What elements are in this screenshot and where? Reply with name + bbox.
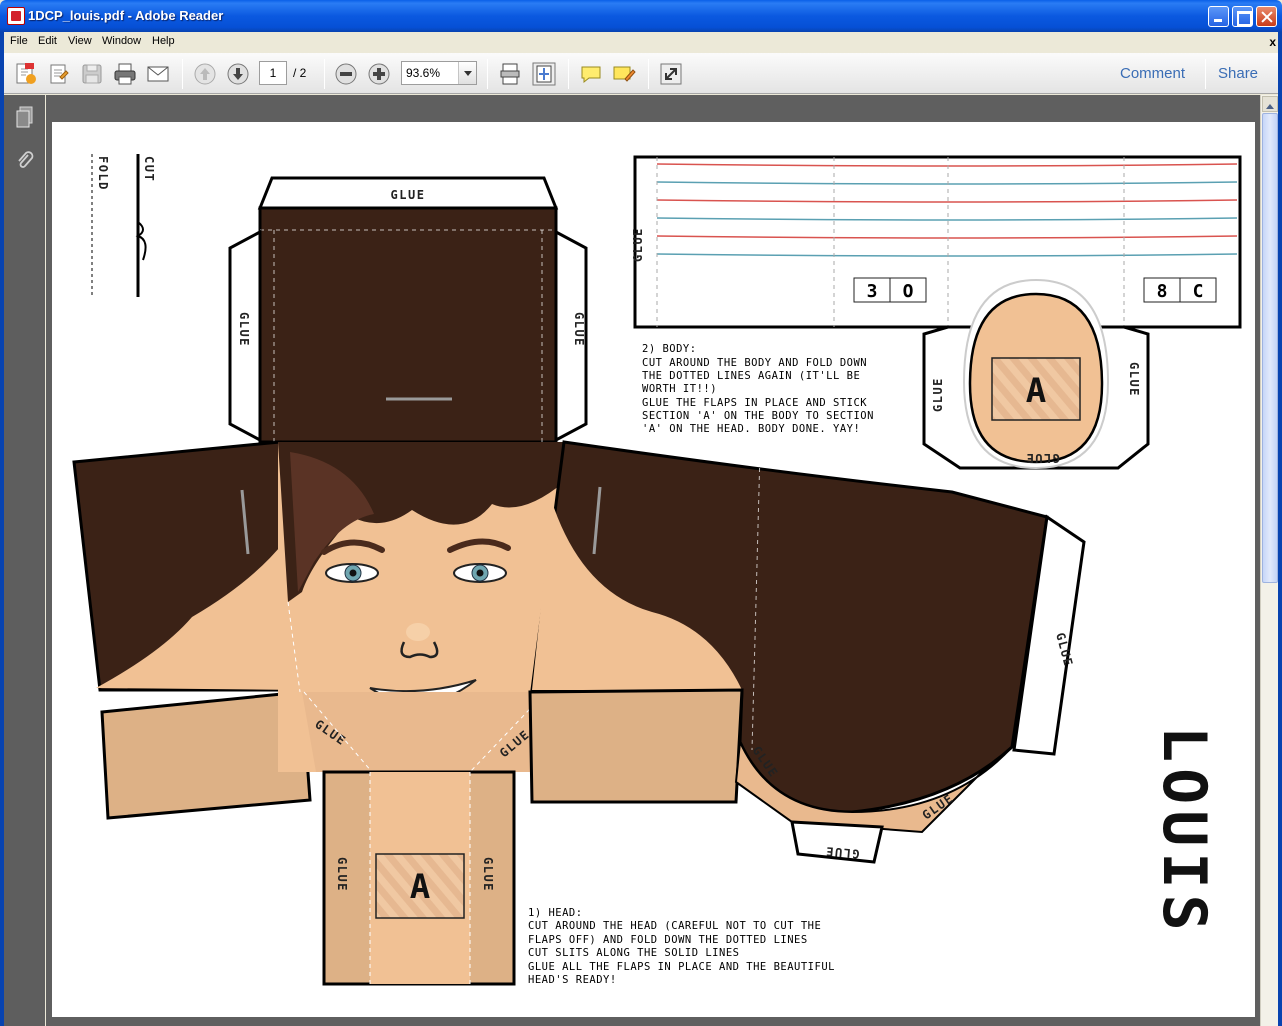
menu-file[interactable]: File	[10, 35, 28, 47]
svg-text:CUT AROUND THE BODY AND FOLD D: CUT AROUND THE BODY AND FOLD DOWN	[642, 357, 867, 369]
svg-text:HEAD'S READY!: HEAD'S READY!	[528, 974, 617, 986]
svg-text:CUT AROUND THE HEAD (CAREFUL N: CUT AROUND THE HEAD (CAREFUL NOT TO CUT …	[528, 920, 821, 932]
menu-help[interactable]: Help	[152, 35, 175, 47]
pdf-app-icon	[7, 7, 25, 25]
comment-pane-button[interactable]: Comment	[1120, 65, 1185, 82]
svg-text:WORTH IT!!): WORTH IT!!)	[642, 383, 717, 395]
svg-text:CUT SLITS ALONG THE SOLID LINE: CUT SLITS ALONG THE SOLID LINES	[528, 947, 739, 959]
page-total-label: / 2	[293, 66, 307, 80]
menu-view[interactable]: View	[68, 35, 92, 47]
pages-panel-icon[interactable]	[14, 105, 36, 129]
body-instructions: 2) BODY: CUT AROUND THE BODY AND FOLD DO…	[642, 343, 874, 435]
svg-text:2) BODY:: 2) BODY:	[642, 343, 697, 355]
attachments-paperclip-icon[interactable]	[14, 149, 36, 173]
open-file-icon[interactable]	[46, 61, 72, 87]
page-number-input[interactable]: 1	[259, 61, 287, 85]
glue-label: GLUE	[1025, 451, 1060, 465]
glue-label: GLUE	[1127, 362, 1141, 397]
email-icon[interactable]	[145, 61, 171, 87]
previous-page-icon[interactable]	[192, 61, 218, 87]
sticky-note-icon[interactable]	[578, 61, 604, 87]
zoom-out-icon[interactable]	[333, 61, 359, 87]
svg-text:GLUE THE FLAPS IN PLACE AND ST: GLUE THE FLAPS IN PLACE AND STICK	[642, 397, 867, 409]
glue-label: GLUE	[572, 312, 586, 347]
expand-icon[interactable]	[658, 61, 684, 87]
fit-page-icon[interactable]	[497, 61, 523, 87]
cut-legend-label: CUT	[142, 156, 156, 182]
box-label: O	[903, 281, 914, 302]
scrollbar-thumb[interactable]	[1262, 113, 1278, 583]
head-top-panel	[258, 206, 558, 444]
svg-text:THE DOTTED LINES AGAIN (IT'LL: THE DOTTED LINES AGAIN (IT'LL BE	[642, 370, 860, 382]
menu-edit[interactable]: Edit	[38, 35, 57, 47]
window-border-right	[1278, 32, 1282, 1026]
share-pane-button[interactable]: Share	[1218, 65, 1258, 82]
glue-label: GLUE	[391, 188, 426, 202]
papercraft-template: FOLD CUT GLUE GLUE GLUE GLUE GLUE A GLUE…	[72, 154, 1242, 986]
highlight-text-icon[interactable]	[611, 61, 637, 87]
close-document-button[interactable]: x	[1269, 35, 1276, 49]
head-instructions: 1) HEAD: CUT AROUND THE HEAD (CAREFUL NO…	[528, 907, 835, 986]
zoom-in-icon[interactable]	[366, 61, 392, 87]
menu-window[interactable]: Window	[102, 35, 141, 47]
section-a-label: A	[410, 867, 430, 907]
next-page-icon[interactable]	[225, 61, 251, 87]
box-label: C	[1193, 281, 1204, 302]
minimize-button[interactable]	[1208, 6, 1229, 27]
chevron-down-icon[interactable]	[458, 62, 476, 84]
svg-text:'A' ON THE HEAD. BODY DONE. YA: 'A' ON THE HEAD. BODY DONE. YAY!	[642, 423, 860, 435]
glue-label: GLUE	[931, 377, 945, 412]
fit-width-icon[interactable]	[531, 61, 557, 87]
print-icon[interactable]	[112, 61, 138, 87]
close-button[interactable]	[1256, 6, 1277, 27]
character-name-label: LOUIS	[1149, 726, 1219, 937]
box-label: 8	[1157, 281, 1168, 302]
body-section-a-label: A	[1026, 371, 1046, 411]
svg-text:FLAPS OFF) AND FOLD DOWN THE D: FLAPS OFF) AND FOLD DOWN THE DOTTED LINE…	[528, 934, 808, 946]
save-icon[interactable]	[79, 61, 105, 87]
svg-text:GLUE ALL THE FLAPS IN PLACE AN: GLUE ALL THE FLAPS IN PLACE AND THE BEAU…	[528, 961, 835, 973]
svg-text:SECTION 'A' ON THE BODY TO SEC: SECTION 'A' ON THE BODY TO SECTION	[642, 410, 874, 422]
scroll-up-arrow[interactable]	[1262, 96, 1278, 112]
zoom-level-select[interactable]: 93.6%	[401, 61, 477, 85]
create-pdf-icon[interactable]	[13, 61, 39, 87]
toolbar: 1 / 2 93.6% Comment Share	[4, 53, 1278, 94]
vertical-scrollbar[interactable]	[1260, 95, 1278, 1026]
glue-label: GLUE	[237, 312, 251, 347]
glue-label: GLUE	[335, 857, 349, 892]
box-label: 3	[867, 281, 878, 302]
menu-bar: File Edit View Window Help x	[4, 32, 1278, 52]
glue-label: GLUE	[631, 227, 645, 262]
title-bar[interactable]: 1DCP_louis.pdf - Adobe Reader	[0, 0, 1282, 32]
glue-label: GLUE	[481, 857, 495, 892]
pdf-page: FOLD CUT GLUE GLUE GLUE GLUE GLUE A GLUE…	[52, 122, 1255, 1017]
svg-text:1) HEAD:: 1) HEAD:	[528, 907, 583, 919]
document-view[interactable]: FOLD CUT GLUE GLUE GLUE GLUE GLUE A GLUE…	[46, 95, 1260, 1026]
zoom-level-value: 93.6%	[406, 66, 441, 80]
maximize-button[interactable]	[1232, 6, 1253, 27]
navigation-pane	[4, 95, 45, 1026]
fold-legend-label: FOLD	[96, 156, 110, 191]
window-title: 1DCP_louis.pdf - Adobe Reader	[28, 8, 224, 23]
